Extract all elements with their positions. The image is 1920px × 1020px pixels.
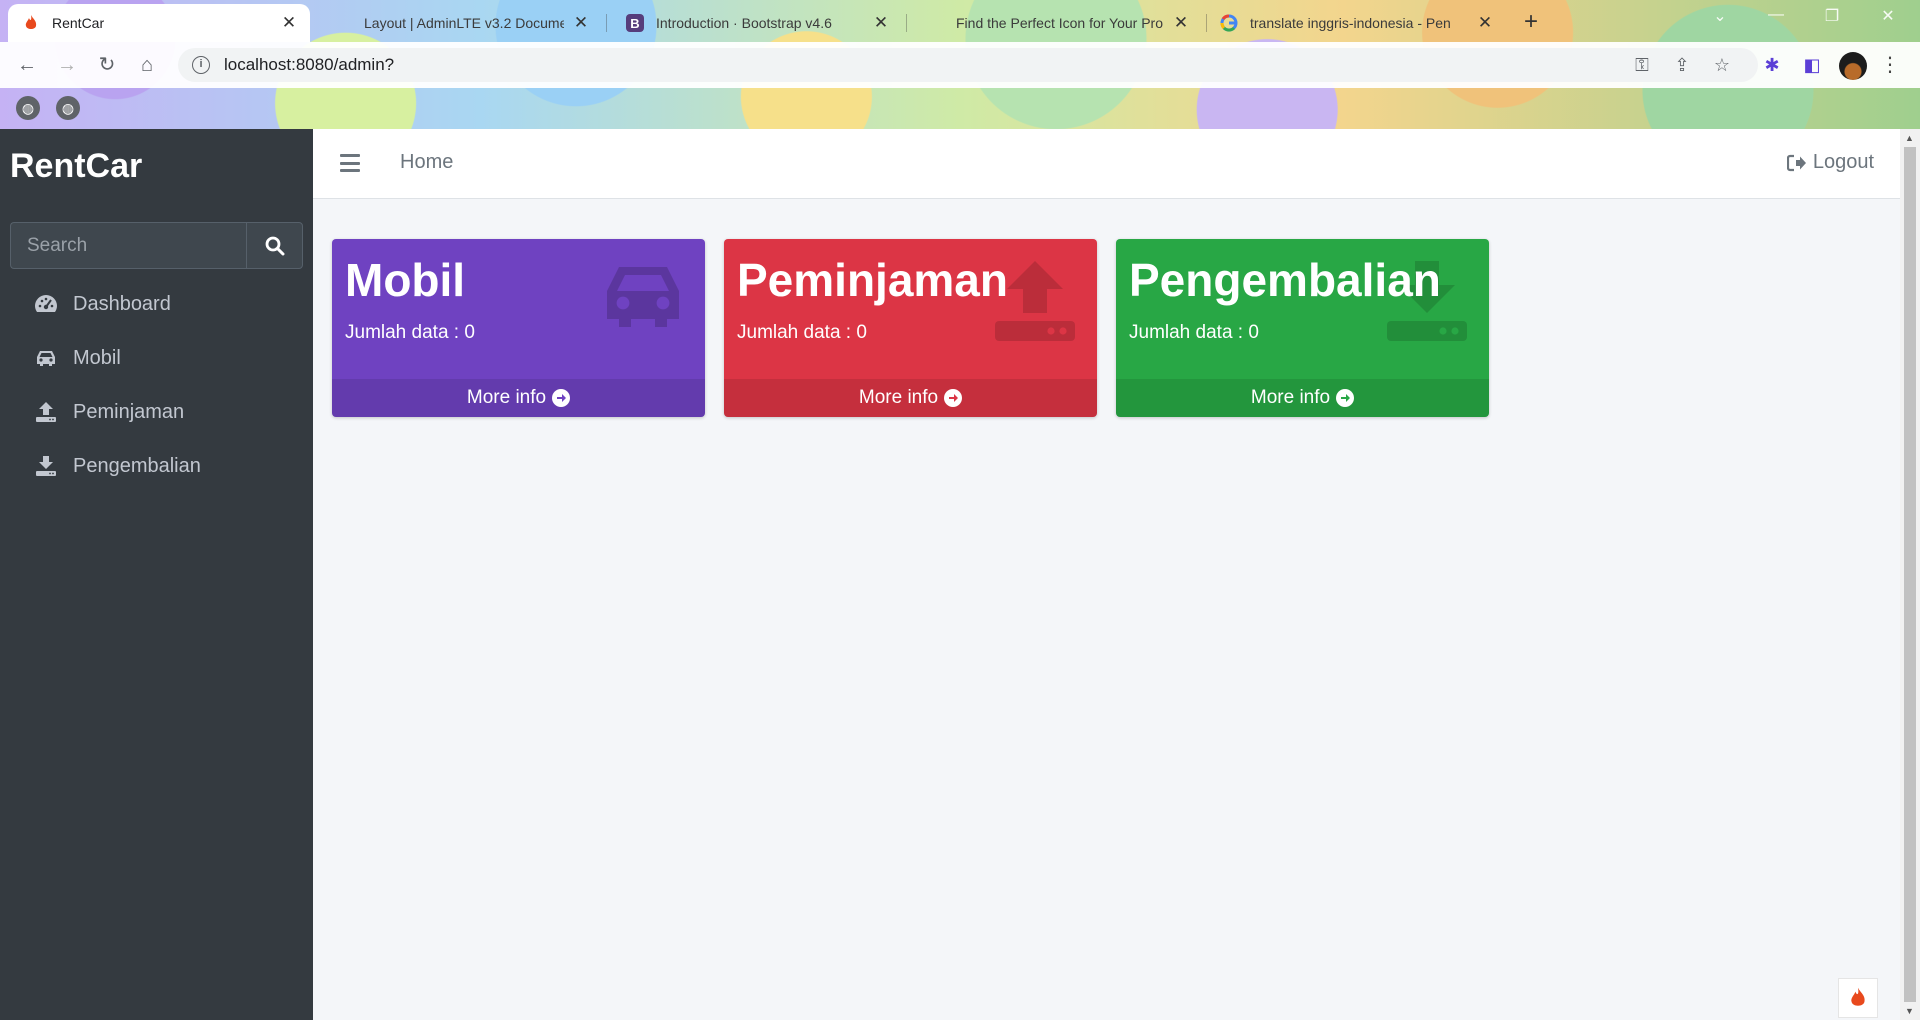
sidebar-nav: Dashboard Mobil Peminjaman Pengembalian	[0, 277, 313, 493]
browser-tab-icons[interactable]: Find the Perfect Icon for Your Pro ✕	[912, 4, 1202, 42]
home-link[interactable]: Home	[400, 151, 453, 174]
side-panel-icon[interactable]: ◧	[1798, 50, 1826, 80]
back-icon[interactable]: ←	[12, 50, 42, 80]
close-tab-icon[interactable]: ✕	[872, 13, 890, 33]
home-icon[interactable]: ⌂	[132, 50, 162, 80]
bookmarks-bar: ◍ ◍	[0, 88, 1920, 129]
search-icon	[265, 236, 284, 255]
card-count: Jumlah data : 0	[1129, 322, 1259, 343]
sidebar-item-dashboard[interactable]: Dashboard	[0, 277, 313, 331]
card-count: Jumlah data : 0	[345, 322, 475, 343]
bookmark-star-icon[interactable]: ☆	[1708, 50, 1736, 80]
arrow-circle-right-icon	[1336, 389, 1355, 407]
info-cards: Mobil Jumlah data : 0 More info Peminjam…	[332, 239, 1508, 417]
scroll-up-icon[interactable]: ▲	[1905, 133, 1914, 143]
card-title: Peminjaman	[737, 254, 1008, 306]
globe-icon[interactable]: ◍	[16, 96, 40, 120]
close-tab-icon[interactable]: ✕	[1476, 13, 1494, 33]
page-icon	[334, 14, 352, 32]
more-info-link[interactable]: More info	[724, 379, 1097, 417]
sidebar-item-label: Mobil	[73, 346, 121, 369]
browser-tab-rentcar[interactable]: RentCar ✕	[8, 4, 310, 42]
reload-icon[interactable]: ↻	[92, 50, 122, 80]
sidebar: RentCar Dashboard Mobil	[0, 129, 313, 1020]
sign-out-icon	[1786, 154, 1806, 171]
key-icon[interactable]: ⚿	[1628, 50, 1656, 80]
search-button[interactable]	[246, 222, 303, 269]
top-navbar: Home Logout	[313, 129, 1900, 199]
upload-icon	[34, 400, 58, 424]
close-tab-icon[interactable]: ✕	[1172, 13, 1190, 33]
sidebar-item-label: Peminjaman	[73, 400, 185, 423]
tab-title: RentCar	[52, 15, 105, 31]
sidebar-item-label: Pengembalian	[73, 454, 201, 477]
address-bar[interactable]: i localhost:8080/admin?	[178, 48, 1758, 82]
main-content: Home Logout Mobil Jumlah data : 0 More i…	[313, 129, 1900, 1020]
download-icon	[34, 454, 58, 478]
tab-search-icon[interactable]: ⌄	[1700, 6, 1740, 26]
page-scrollbar[interactable]: ▲ ▼	[1900, 129, 1920, 1020]
codeigniter-flame-icon[interactable]	[1838, 978, 1878, 1018]
close-window-icon[interactable]: ✕	[1868, 6, 1908, 26]
sidebar-item-mobil[interactable]: Mobil	[0, 331, 313, 385]
scroll-down-icon[interactable]: ▼	[1905, 1006, 1914, 1016]
profile-avatar[interactable]	[1839, 52, 1867, 80]
card-peminjaman: Peminjaman Jumlah data : 0 More info	[724, 239, 1097, 417]
maximize-icon[interactable]: ❐	[1812, 6, 1852, 26]
menu-kebab-icon[interactable]: ⋮	[1880, 50, 1900, 80]
bootstrap-icon: B	[626, 14, 644, 32]
forward-icon[interactable]: →	[52, 50, 82, 80]
browser-tab-bootstrap[interactable]: B Introduction · Bootstrap v4.6 ✕	[612, 4, 902, 42]
browser-toolbar: ← → ↻ ⌂ i localhost:8080/admin? ⚿ ⇪ ☆ ✱ …	[0, 42, 1920, 88]
minimize-icon[interactable]: —	[1756, 6, 1796, 24]
hamburger-menu-icon[interactable]	[340, 154, 360, 172]
card-title: Pengembalian	[1129, 254, 1441, 306]
browser-tab-adminlte[interactable]: Layout | AdminLTE v3.2 Docume ✕	[320, 4, 602, 42]
sidebar-item-label: Dashboard	[73, 292, 171, 315]
card-count: Jumlah data : 0	[737, 322, 867, 343]
arrow-circle-right-icon	[944, 389, 963, 407]
sidebar-item-pengembalian[interactable]: Pengembalian	[0, 439, 313, 493]
url-text: localhost:8080/admin?	[224, 55, 395, 74]
tab-title: Layout | AdminLTE v3.2 Docume	[364, 15, 564, 31]
flame-icon	[22, 14, 40, 32]
tachometer-icon	[34, 292, 58, 316]
car-icon	[34, 346, 58, 370]
card-title: Mobil	[345, 254, 466, 306]
extensions-icon[interactable]: ✱	[1758, 50, 1786, 80]
car-icon	[607, 267, 679, 327]
close-tab-icon[interactable]: ✕	[280, 13, 298, 33]
brand-title[interactable]: RentCar	[10, 147, 142, 186]
app-root: RentCar Dashboard Mobil	[0, 129, 1920, 1020]
tab-title: Introduction · Bootstrap v4.6	[656, 15, 832, 31]
google-icon	[1220, 14, 1238, 32]
logout-link[interactable]: Logout	[1786, 151, 1874, 174]
globe-icon[interactable]: ◍	[56, 96, 80, 120]
close-tab-icon[interactable]: ✕	[572, 13, 590, 33]
more-info-label: More info	[858, 387, 939, 408]
tab-title: Find the Perfect Icon for Your Pro	[956, 15, 1164, 31]
browser-chrome: RentCar ✕ Layout | AdminLTE v3.2 Docume …	[0, 0, 1920, 129]
more-info-label: More info	[466, 387, 547, 408]
more-info-link[interactable]: More info	[332, 379, 705, 417]
sidebar-item-peminjaman[interactable]: Peminjaman	[0, 385, 313, 439]
tab-title: translate inggris-indonesia - Pen	[1250, 15, 1451, 31]
site-info-icon[interactable]: i	[192, 56, 210, 74]
search-input[interactable]	[10, 222, 246, 269]
card-pengembalian: Pengembalian Jumlah data : 0 More info	[1116, 239, 1489, 417]
share-icon[interactable]: ⇪	[1668, 50, 1696, 80]
card-mobil: Mobil Jumlah data : 0 More info	[332, 239, 705, 417]
scroll-thumb[interactable]	[1904, 147, 1916, 1002]
page-icon	[926, 14, 944, 32]
browser-tab-translate[interactable]: translate inggris-indonesia - Pen ✕	[1206, 4, 1506, 42]
arrow-circle-right-icon	[552, 389, 571, 407]
new-tab-icon[interactable]: +	[1517, 8, 1545, 36]
tab-strip: RentCar ✕ Layout | AdminLTE v3.2 Docume …	[0, 0, 1920, 42]
logout-label: Logout	[1812, 151, 1874, 173]
sidebar-search	[10, 222, 303, 269]
more-info-link[interactable]: More info	[1116, 379, 1489, 417]
more-info-label: More info	[1250, 387, 1331, 408]
